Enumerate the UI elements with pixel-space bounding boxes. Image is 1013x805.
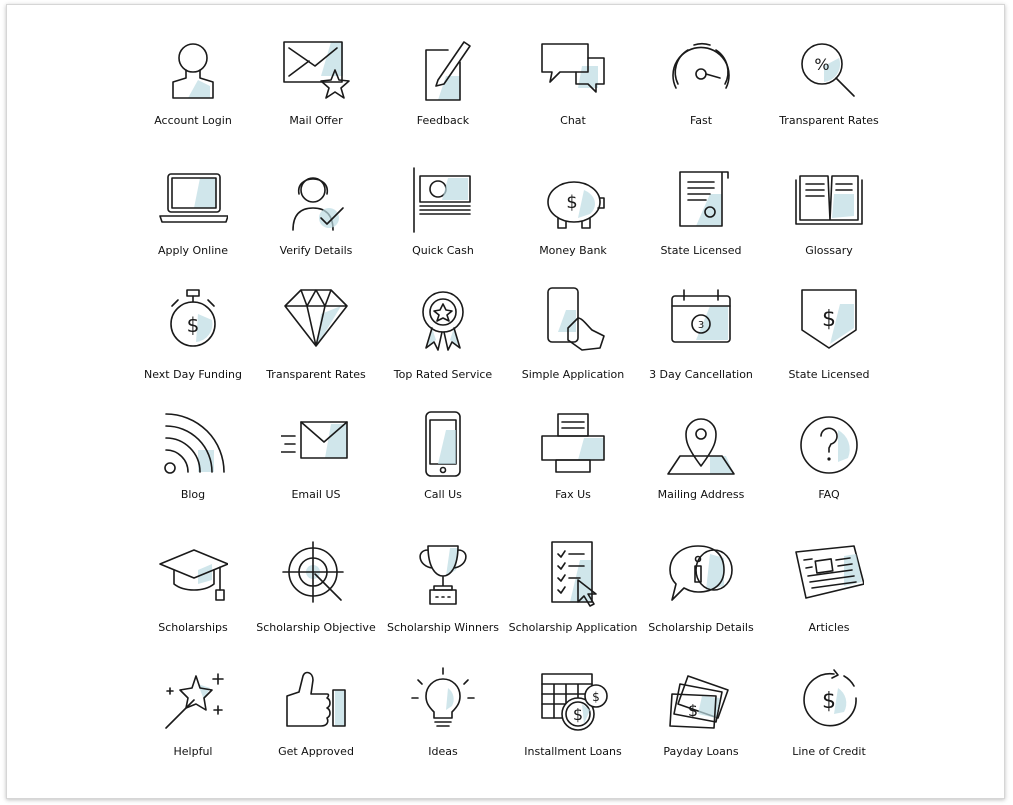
map-pin-icon xyxy=(667,418,735,475)
icon-label: Top Rated Service xyxy=(393,368,493,381)
icon-tile-line-of-credit[interactable]: $ Line of Credit xyxy=(754,666,904,776)
icon-tile-glossary[interactable]: Glossary xyxy=(754,164,904,274)
banknotes-icon: $ xyxy=(669,675,729,729)
icon-label: FAQ xyxy=(818,488,840,501)
question-circle-icon xyxy=(800,416,858,474)
svg-text:$: $ xyxy=(822,689,836,714)
icon-tile-call-us[interactable]: Call Us xyxy=(368,410,518,520)
rss-icon xyxy=(164,413,225,474)
certificate-scroll-icon xyxy=(679,171,729,227)
svg-text:$: $ xyxy=(566,192,577,213)
info-bubble-icon xyxy=(669,545,733,601)
open-book-icon xyxy=(795,175,863,225)
calendar-3-icon: 3 xyxy=(671,289,731,343)
svg-text:%: % xyxy=(814,55,829,74)
piggy-bank-icon: $ xyxy=(547,181,605,229)
fax-icon xyxy=(541,413,605,473)
laptop-icon xyxy=(159,173,228,223)
cash-stack-icon xyxy=(413,167,471,233)
shield-dollar-icon: $ xyxy=(801,289,857,349)
icon-tile-scholarship-winners[interactable]: Scholarship Winners xyxy=(368,540,518,650)
thumbs-up-icon xyxy=(286,671,346,727)
icon-tile-transparent-rates[interactable]: % Transparent Rates xyxy=(754,36,904,146)
icon-label: Ideas xyxy=(428,745,458,758)
svg-text:$: $ xyxy=(688,701,698,720)
speedometer-icon xyxy=(672,42,730,89)
icon-tile-quick-cash[interactable]: Quick Cash xyxy=(368,164,518,274)
svg-text:$: $ xyxy=(573,705,583,724)
calendar-coins-icon: $$ xyxy=(541,673,608,731)
newspaper-icon xyxy=(795,545,864,599)
svg-text:$: $ xyxy=(592,690,600,704)
circular-dollar-icon: $ xyxy=(803,669,857,727)
target-icon xyxy=(282,541,344,603)
magnifier-percent-icon: % xyxy=(801,43,855,97)
icon-label: Quick Cash xyxy=(412,244,474,257)
icon-label: Feedback xyxy=(416,114,470,127)
icon-label: Scholarship Winners xyxy=(387,621,499,634)
icon-label: Line of Credit xyxy=(792,745,866,758)
award-ribbon-icon xyxy=(422,291,464,351)
icon-tile-ideas[interactable]: Ideas xyxy=(368,666,518,776)
icon-label: Articles xyxy=(808,621,850,634)
icon-tile-faq[interactable]: FAQ xyxy=(754,410,904,520)
checklist-cursor-icon xyxy=(551,541,597,607)
envelope-star-icon xyxy=(283,41,350,99)
icon-label: Transparent Rates xyxy=(779,114,879,127)
svg-text:$: $ xyxy=(187,313,200,337)
icon-label: Glossary xyxy=(805,244,853,257)
svg-text:3: 3 xyxy=(698,320,704,331)
icon-tile-feedback[interactable]: Feedback xyxy=(368,36,518,146)
lightbulb-icon xyxy=(411,667,475,727)
chat-bubbles-icon xyxy=(541,43,605,93)
smartphone-icon xyxy=(425,411,461,477)
icon-label: State Licensed xyxy=(788,368,870,381)
magic-wand-icon xyxy=(165,673,224,729)
user-icon xyxy=(172,43,214,99)
icon-label: Call Us xyxy=(424,488,462,501)
graduation-cap-icon xyxy=(159,549,228,601)
hand-phone-icon xyxy=(547,287,605,351)
pencil-note-icon xyxy=(425,41,471,101)
icon-tile-state-licensed[interactable]: $ State Licensed xyxy=(754,284,904,394)
envelope-fast-icon xyxy=(281,421,348,459)
svg-text:$: $ xyxy=(822,307,836,332)
woman-check-icon xyxy=(292,177,344,231)
trophy-icon xyxy=(419,545,467,605)
diamond-icon xyxy=(284,289,348,347)
icon-tile-articles[interactable]: Articles xyxy=(754,540,904,650)
stopwatch-dollar-icon: $ xyxy=(170,289,216,347)
icon-tile-top-rated-service[interactable]: Top Rated Service xyxy=(368,284,518,394)
